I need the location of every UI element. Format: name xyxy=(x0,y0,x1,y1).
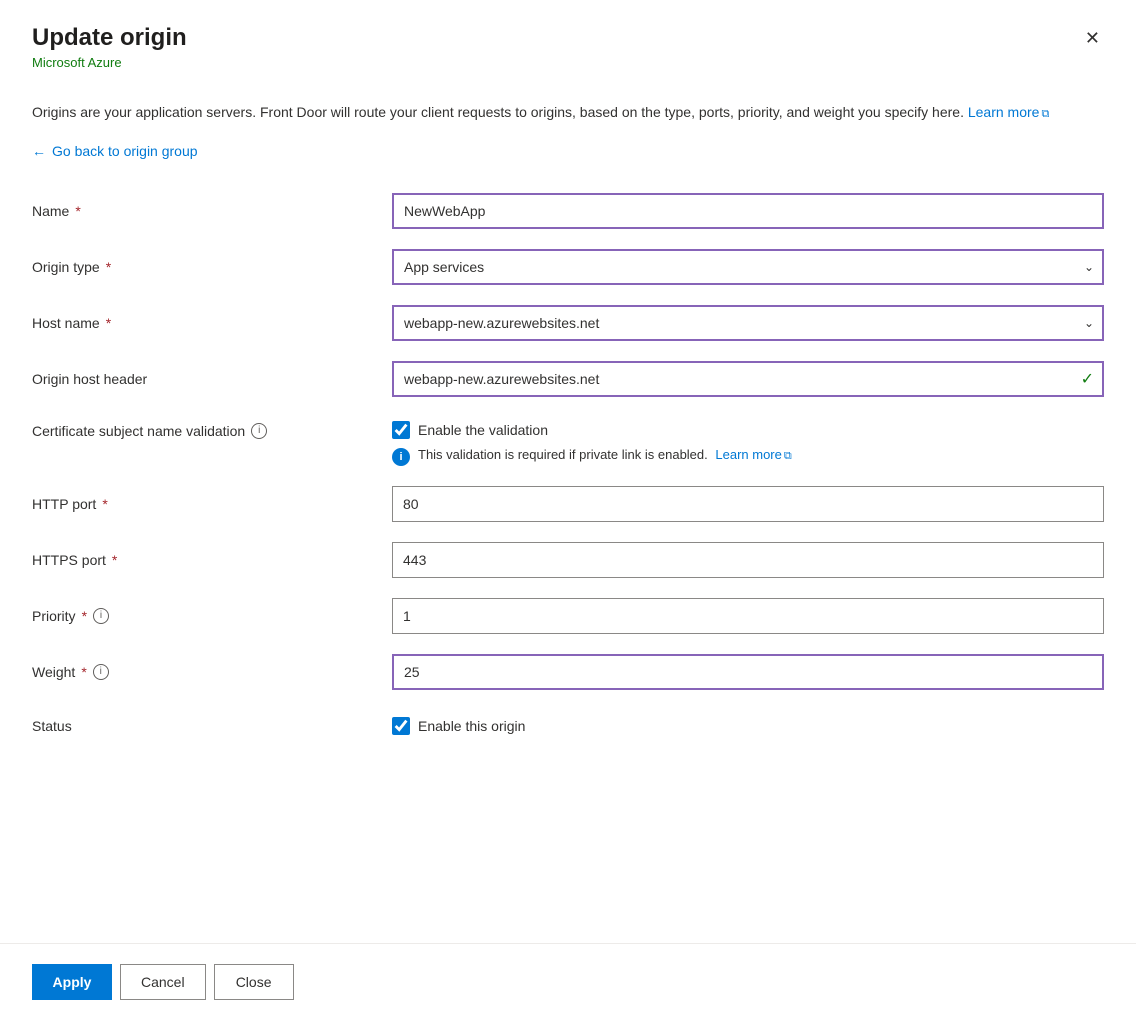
origin-host-header-input-wrap: ✓ xyxy=(392,361,1104,397)
origin-type-select-wrap: App services ⌄ xyxy=(392,249,1104,285)
close-icon-button[interactable]: ✕ xyxy=(1081,24,1104,53)
cert-external-link-icon: ⧉ xyxy=(784,450,792,463)
name-label: Name * xyxy=(32,203,392,219)
cert-validation-checkbox-item[interactable]: Enable the validation xyxy=(392,421,1104,439)
cert-validation-row: Certificate subject name validation i En… xyxy=(32,407,1104,476)
status-checkbox-label: Enable this origin xyxy=(418,718,525,734)
external-link-icon: ⧉ xyxy=(1041,106,1049,123)
weight-row: Weight * i xyxy=(32,644,1104,700)
weight-control-wrap xyxy=(392,654,1104,690)
priority-row: Priority * i xyxy=(32,588,1104,644)
cert-validation-checkbox-section: Enable the validation i This validation … xyxy=(392,421,1104,466)
http-port-input[interactable] xyxy=(392,486,1104,522)
apply-button[interactable]: Apply xyxy=(32,964,112,1000)
priority-required-star: * xyxy=(82,608,87,624)
priority-label: Priority * i xyxy=(32,608,392,624)
host-name-control-wrap: webapp-new.azurewebsites.net ⌄ xyxy=(392,305,1104,341)
cert-validation-control-wrap: Enable the validation i This validation … xyxy=(392,421,1104,466)
origin-type-label: Origin type * xyxy=(32,259,392,275)
http-port-control-wrap xyxy=(392,486,1104,522)
https-port-label: HTTPS port * xyxy=(32,552,392,568)
description-text: Origins are your application servers. Fr… xyxy=(32,102,1104,123)
origin-host-header-control-wrap: ✓ xyxy=(392,361,1104,397)
weight-input[interactable] xyxy=(392,654,1104,690)
https-port-control-wrap xyxy=(392,542,1104,578)
close-button[interactable]: Close xyxy=(214,964,294,1000)
http-port-label: HTTP port * xyxy=(32,496,392,512)
name-input[interactable] xyxy=(392,193,1104,229)
status-checkbox[interactable] xyxy=(392,717,410,735)
http-port-required-star: * xyxy=(102,496,107,512)
checkmark-icon: ✓ xyxy=(1081,369,1094,389)
panel-footer: Apply Cancel Close xyxy=(0,943,1136,1020)
priority-control-wrap xyxy=(392,598,1104,634)
back-to-origin-group-link[interactable]: ← Go back to origin group xyxy=(32,143,198,159)
weight-info-icon[interactable]: i xyxy=(93,664,109,680)
host-name-label: Host name * xyxy=(32,315,392,331)
name-required-star: * xyxy=(75,203,80,219)
form-section: Name * Origin type * App services xyxy=(32,183,1104,752)
status-row: Status Enable this origin xyxy=(32,700,1104,752)
https-port-row: HTTPS port * xyxy=(32,532,1104,588)
name-control-wrap xyxy=(392,193,1104,229)
priority-input[interactable] xyxy=(392,598,1104,634)
info-circle-icon: i xyxy=(392,448,410,466)
panel-body: Origins are your application servers. Fr… xyxy=(0,86,1136,943)
cert-validation-checkbox[interactable] xyxy=(392,421,410,439)
status-label: Status xyxy=(32,718,392,734)
origin-host-header-row: Origin host header ✓ xyxy=(32,351,1104,407)
description-learn-more-link[interactable]: Learn more⧉ xyxy=(968,104,1049,120)
cert-validation-info-icon[interactable]: i xyxy=(251,423,267,439)
panel-subtitle: Microsoft Azure xyxy=(32,55,1104,70)
origin-type-select[interactable]: App services xyxy=(392,249,1104,285)
origin-type-row: Origin type * App services ⌄ xyxy=(32,239,1104,295)
https-port-input[interactable] xyxy=(392,542,1104,578)
host-name-select[interactable]: webapp-new.azurewebsites.net xyxy=(392,305,1104,341)
weight-label: Weight * i xyxy=(32,664,392,680)
http-port-row: HTTP port * xyxy=(32,476,1104,532)
https-port-required-star: * xyxy=(112,552,117,568)
cert-validation-checkbox-label: Enable the validation xyxy=(418,422,548,438)
origin-type-control-wrap: App services ⌄ xyxy=(392,249,1104,285)
origin-host-header-input[interactable] xyxy=(392,361,1104,397)
cert-learn-more-link[interactable]: Learn more⧉ xyxy=(715,447,791,462)
weight-required-star: * xyxy=(81,664,86,680)
status-checkbox-item[interactable]: Enable this origin xyxy=(392,717,1104,735)
panel-title: Update origin xyxy=(32,24,1104,53)
priority-info-icon[interactable]: i xyxy=(93,608,109,624)
update-origin-panel: Update origin Microsoft Azure ✕ Origins … xyxy=(0,0,1136,1020)
panel-header: Update origin Microsoft Azure ✕ xyxy=(0,0,1136,86)
origin-type-required-star: * xyxy=(106,259,111,275)
name-row: Name * xyxy=(32,183,1104,239)
status-control-wrap: Enable this origin xyxy=(392,717,1104,735)
origin-host-header-label: Origin host header xyxy=(32,371,392,387)
host-name-select-wrap: webapp-new.azurewebsites.net ⌄ xyxy=(392,305,1104,341)
cancel-button[interactable]: Cancel xyxy=(120,964,206,1000)
host-name-row: Host name * webapp-new.azurewebsites.net… xyxy=(32,295,1104,351)
cert-validation-label: Certificate subject name validation i xyxy=(32,421,392,439)
host-name-required-star: * xyxy=(106,315,111,331)
back-arrow-icon: ← xyxy=(32,143,46,159)
cert-validation-note: i This validation is required if private… xyxy=(392,447,1104,466)
